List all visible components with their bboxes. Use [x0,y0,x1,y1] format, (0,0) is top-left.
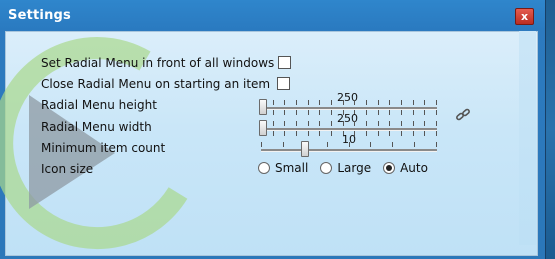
height-label: Radial Menu height [41,98,157,112]
slider-tick [284,121,285,126]
slider-tick [308,131,309,136]
slider-ticks [261,121,437,136]
slider-tick [436,100,437,105]
front-setting-label: Set Radial Menu in front of all windows [41,56,275,70]
radio-button[interactable] [320,161,333,174]
slider-tick [413,131,414,136]
slider-tick [319,131,320,136]
slider-ticks [261,142,437,154]
slider-tick [424,110,425,115]
radio-button[interactable] [258,161,270,174]
radio-label: Small [275,161,309,175]
icon-size-option-auto[interactable]: Auto [383,159,428,177]
slider-tick [389,110,390,115]
slider-tick [319,100,320,105]
slider-tick [366,121,367,126]
vertical-scrollbar[interactable] [519,31,536,245]
front-checkbox[interactable] [278,56,292,69]
slider-tick [401,131,402,136]
slider-tick [261,142,262,147]
slider-tick [378,100,379,105]
slider-tick [436,131,437,136]
slider-tick [296,110,297,115]
slider-tick [308,110,309,115]
close-setting-row[interactable]: Close Radial Menu on starting an item [41,75,291,93]
slider-thumb[interactable] [301,141,309,157]
close-icon: x [520,10,529,23]
slider-thumb[interactable] [259,99,267,115]
slider-tick [327,142,328,147]
slider-tick [378,131,379,136]
slider-tick [273,110,274,115]
min-count-slider[interactable] [259,140,439,158]
slider-tick [343,100,344,105]
slider-tick [308,121,309,126]
slider-tick [343,121,344,126]
slider-tick [366,131,367,136]
slider-tick [413,110,414,115]
slider-tick [319,110,320,115]
slider-tick [296,100,297,105]
title-bar[interactable]: Settings x [0,0,545,30]
slider-tick [436,110,437,115]
slider-tick [414,142,415,147]
slider-tick [273,100,274,105]
radio-label: Auto [400,161,428,175]
slider-tick [401,121,402,126]
window-title: Settings [8,8,71,23]
chain-link-icon[interactable] [455,108,471,122]
slider-tick [296,131,297,136]
slider-tick [401,110,402,115]
slider-tick [284,100,285,105]
slider-tick [283,142,284,147]
slider-tick [389,121,390,126]
slider-tick [273,131,274,136]
slider-ticks [261,100,437,115]
slider-tick [308,100,309,105]
slider-tick [331,121,332,126]
slider-tick [296,121,297,126]
close-button[interactable]: x [515,8,534,25]
slider-tick [331,110,332,115]
radio-button[interactable] [383,161,396,174]
slider-tick [436,142,437,147]
slider-tick [366,110,367,115]
icon-size-label: Icon size [41,162,94,176]
slider-tick [354,100,355,105]
slider-thumb[interactable] [259,120,267,136]
slider-tick [378,110,379,115]
slider-tick [424,131,425,136]
close-on-start-checkbox[interactable] [277,77,291,90]
radio-label: Large [337,161,372,175]
slider-tick [436,121,437,126]
slider-tick [331,131,332,136]
close-setting-label: Close Radial Menu on starting an item [41,77,271,91]
slider-tick [370,142,371,147]
slider-tick [378,121,379,126]
width-label: Radial Menu width [41,120,152,134]
slider-tick [273,121,274,126]
slider-tick [392,142,393,147]
slider-tick [319,121,320,126]
slider-tick [284,131,285,136]
icon-size-option-large[interactable]: Large [320,159,371,177]
icon-size-option-small[interactable]: Small [258,159,308,177]
slider-tick [413,121,414,126]
settings-window: Settings x Set Radial Menu in front of a… [0,0,546,259]
slider-tick [424,100,425,105]
front-setting-row[interactable]: Set Radial Menu in front of all windows [41,54,292,72]
slider-tick [389,100,390,105]
slider-tick [366,100,367,105]
slider-tick [424,121,425,126]
min-count-label: Minimum item count [41,141,166,155]
slider-tick [389,131,390,136]
slider-tick [331,100,332,105]
slider-tick [401,100,402,105]
slider-tick [284,110,285,115]
icon-size-options: Small Large Auto [258,159,440,177]
slider-tick [413,100,414,105]
slider-tick [354,121,355,126]
slider-tick [349,142,350,147]
